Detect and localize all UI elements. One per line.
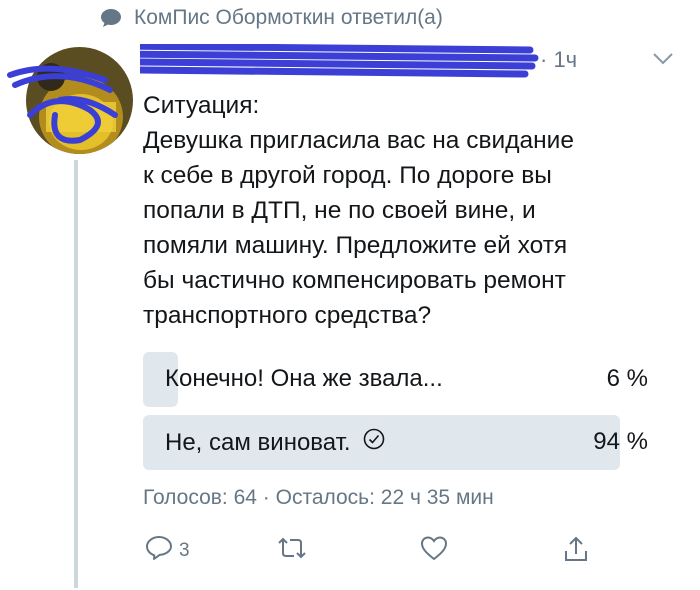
tweet-line: Девушка пригласила вас на свидание bbox=[143, 127, 574, 154]
reply-button[interactable]: 3 bbox=[145, 535, 190, 567]
share-icon bbox=[563, 535, 589, 569]
reply-count: 3 bbox=[179, 540, 190, 561]
tweet-line: к себе в другой город. По дороге вы bbox=[143, 162, 552, 189]
poll-option-percent: 94 % bbox=[593, 428, 648, 455]
tweet-line: помяли машину. Предложите ей хотя bbox=[143, 232, 568, 259]
reply-context[interactable]: КомПис Обормоткин ответил(а) bbox=[100, 6, 443, 30]
poll-option-label: Не, сам виноват. bbox=[165, 428, 385, 457]
avatar-scribble bbox=[7, 65, 118, 144]
reply-context-text: КомПис Обормоткин ответил(а) bbox=[134, 6, 443, 29]
poll-option-2: Не, сам виноват. 94 % bbox=[143, 415, 650, 470]
like-button[interactable] bbox=[420, 535, 448, 567]
tweet-line: попали в ДТП, не по своей вине, и bbox=[143, 197, 536, 224]
check-circle-icon bbox=[363, 428, 385, 457]
tweet-line: транспортного средства? bbox=[143, 302, 432, 329]
poll-option-label: Конечно! Она же звала... bbox=[165, 365, 443, 392]
poll-option-percent: 6 % bbox=[606, 365, 648, 392]
tweet-text: Ситуация: Девушка пригласила вас на свид… bbox=[143, 88, 683, 333]
redacted-username-scribble bbox=[140, 44, 539, 78]
retweet-button[interactable] bbox=[276, 535, 308, 567]
poll-meta: Голосов: 64 · Осталось: 22 ч 35 мин bbox=[143, 486, 494, 509]
tweet-actions: 3 bbox=[143, 535, 603, 575]
tweet-line: Ситуация: bbox=[143, 92, 260, 119]
chevron-down-icon[interactable] bbox=[653, 52, 673, 70]
retweet-icon bbox=[276, 535, 308, 567]
poll-option-1: Конечно! Она же звала... 6 % bbox=[143, 352, 650, 407]
tweet-time[interactable]: · 1ч bbox=[540, 47, 577, 73]
reply-icon bbox=[145, 535, 173, 567]
thread-line bbox=[74, 160, 78, 588]
tweet-line: бы частично компенсировать ремонт bbox=[143, 267, 566, 294]
like-icon bbox=[420, 535, 448, 567]
share-button[interactable] bbox=[563, 535, 589, 569]
tweet-header: · 1ч bbox=[140, 44, 688, 84]
speech-bubble-icon bbox=[100, 8, 122, 28]
